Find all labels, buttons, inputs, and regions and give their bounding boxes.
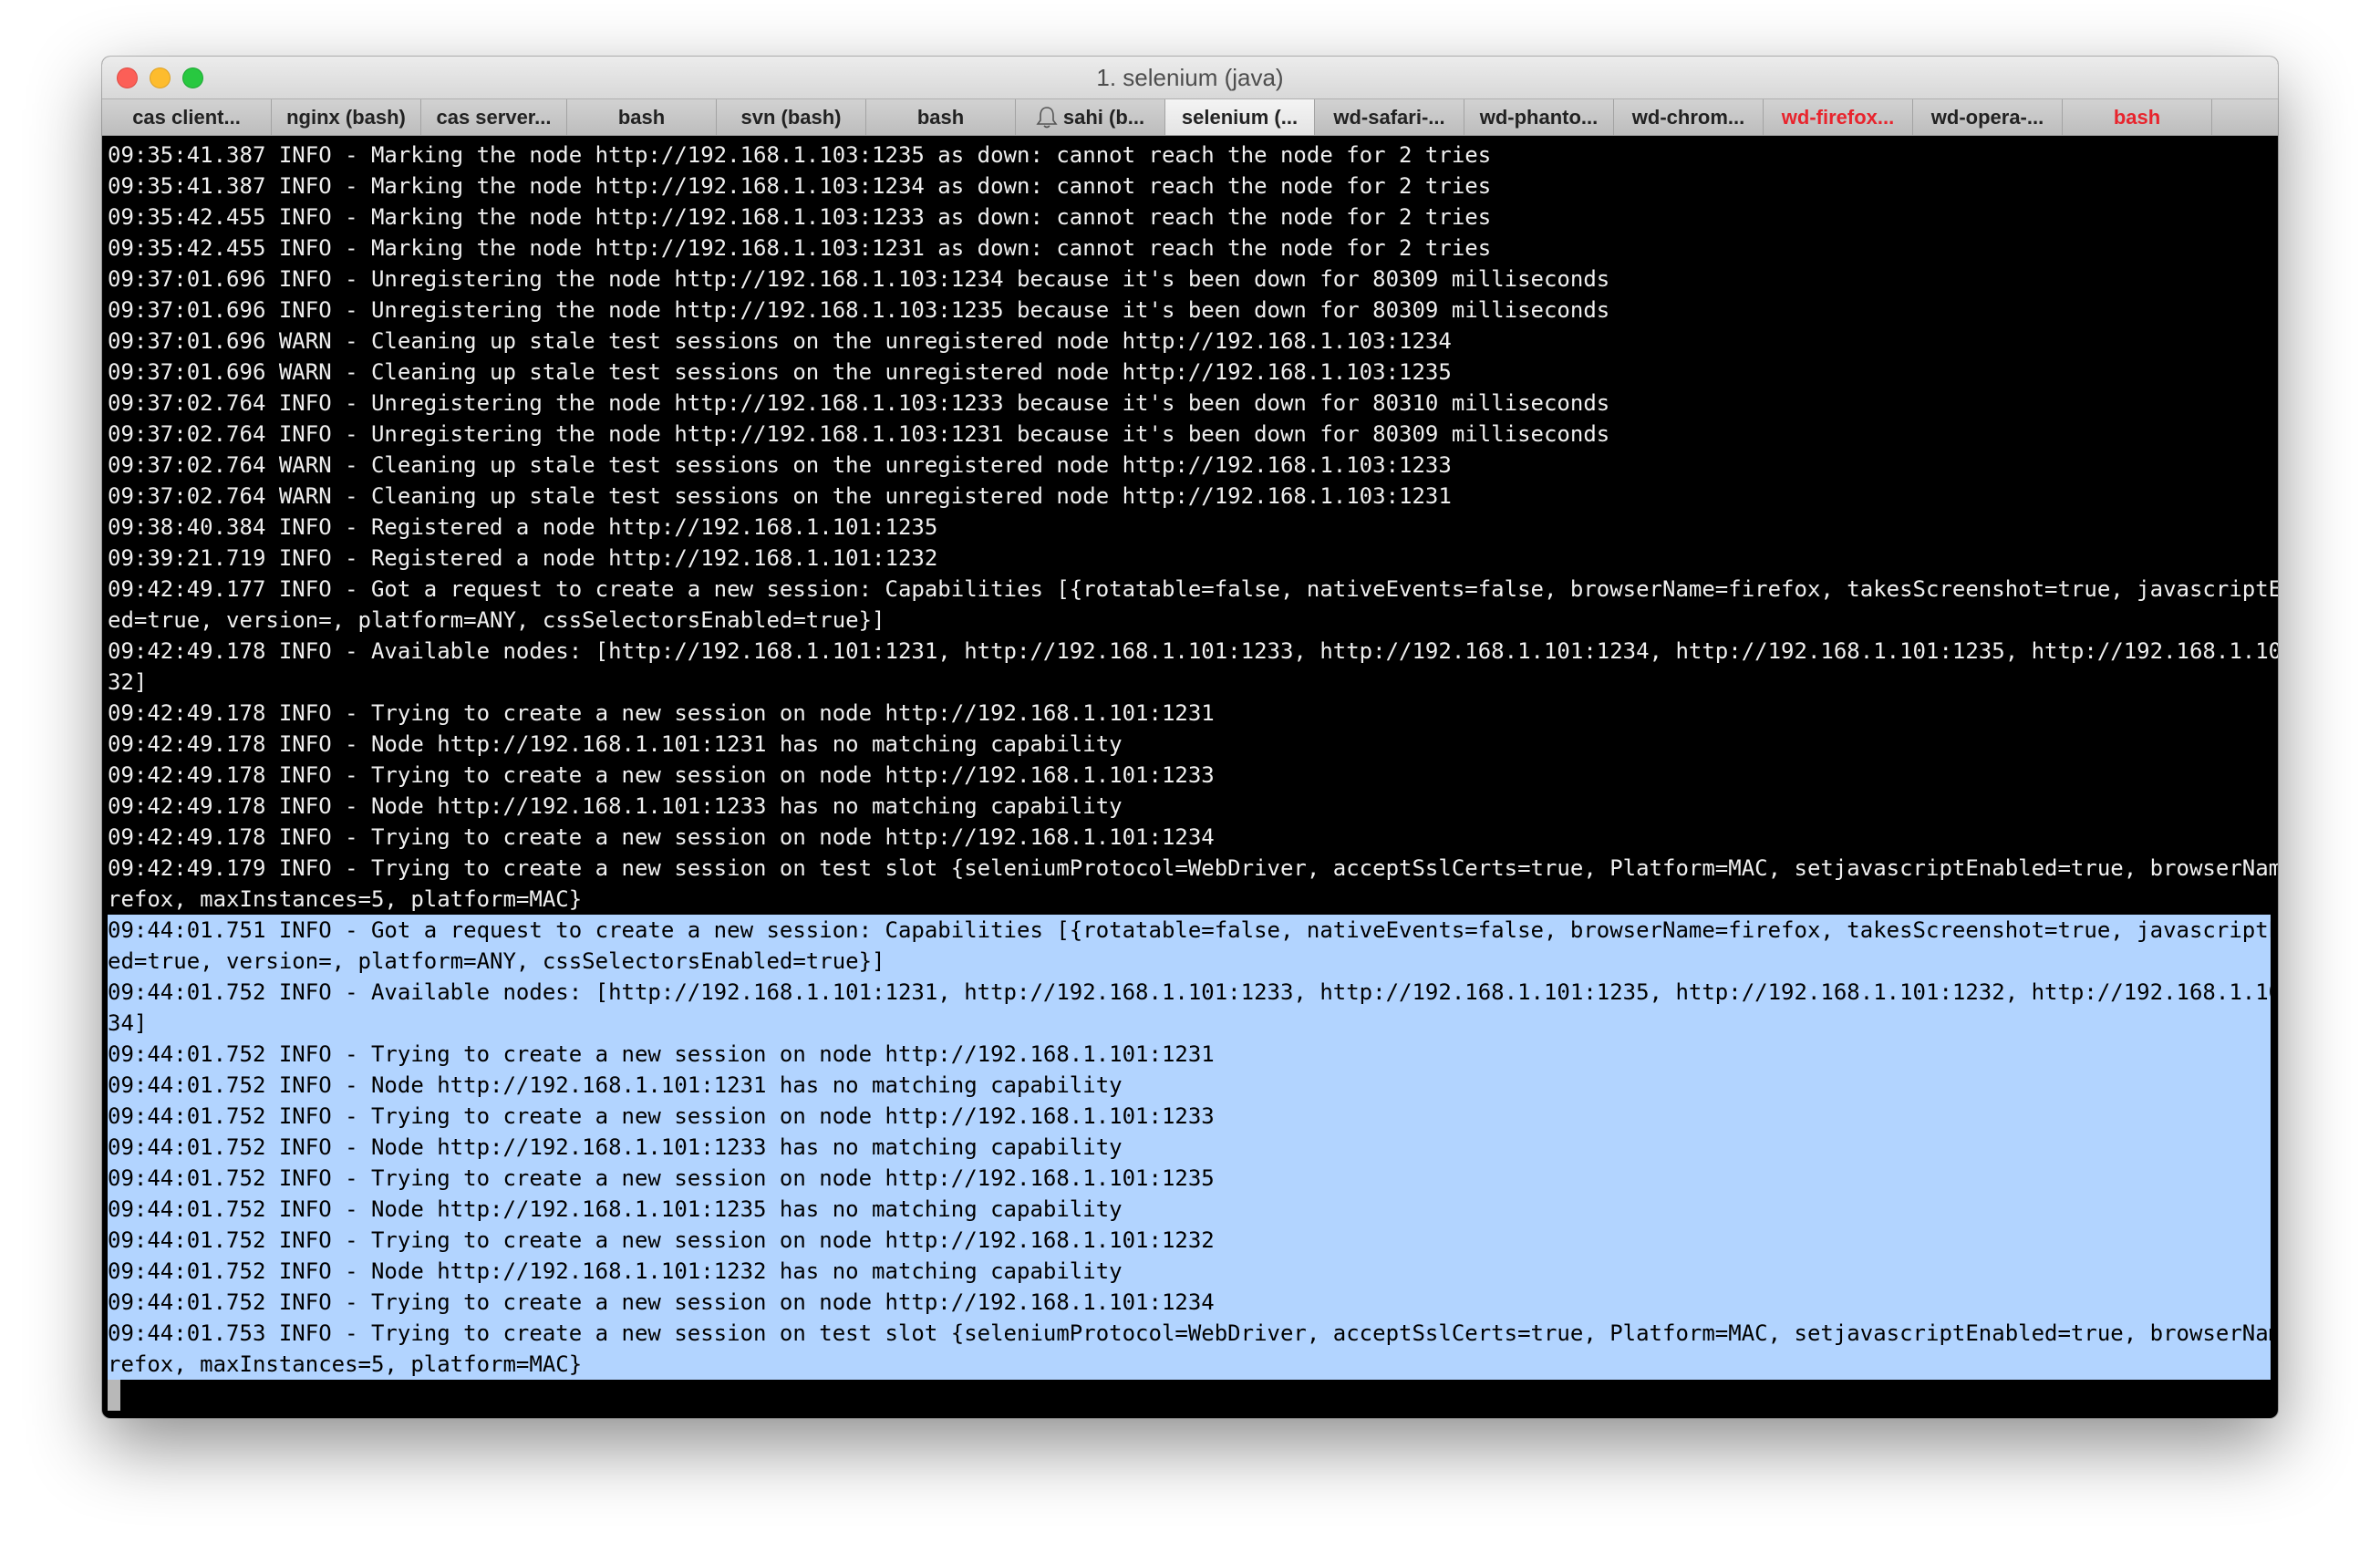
tab-label: wd-opera-... bbox=[1930, 105, 2044, 129]
tab-2[interactable]: cas server... bbox=[421, 99, 567, 135]
terminal-line: 09:44:01.752 INFO - Node http://192.168.… bbox=[108, 1196, 1123, 1222]
tab-bar: cas client... nginx (bash) cas server... ba… bbox=[102, 98, 2278, 136]
terminal-line: 09:37:02.764 INFO - Unregistering the no… bbox=[108, 390, 1610, 416]
tab-label: bash bbox=[617, 105, 666, 129]
tab-7[interactable]: selenium (... bbox=[1165, 99, 1315, 135]
tab-4[interactable]: svn (bash) bbox=[717, 99, 866, 135]
terminal-line: 09:44:01.752 INFO - Available nodes: [ht… bbox=[108, 979, 2278, 1005]
terminal-line: 09:42:49.178 INFO - Node http://192.168.… bbox=[108, 731, 1123, 757]
tab-11[interactable]: wd-firefox... bbox=[1764, 99, 1913, 135]
tab-9[interactable]: wd-phanto... bbox=[1464, 99, 1614, 135]
terminal-line: 09:39:21.719 INFO - Registered a node ht… bbox=[108, 545, 938, 571]
terminal-line: 09:37:01.696 WARN - Cleaning up stale te… bbox=[108, 359, 1452, 385]
tab-12[interactable]: wd-opera-... bbox=[1913, 99, 2063, 135]
terminal-line: 09:38:40.384 INFO - Registered a node ht… bbox=[108, 514, 938, 540]
tab-10[interactable]: wd-chrom... bbox=[1614, 99, 1764, 135]
terminal-line: ed=true, version=, platform=ANY, cssSele… bbox=[108, 607, 885, 633]
terminal-line: 09:37:02.764 WARN - Cleaning up stale te… bbox=[108, 452, 1452, 478]
tab-label: nginx (bash) bbox=[286, 105, 406, 129]
tab-0[interactable]: cas client... bbox=[102, 99, 272, 135]
terminal-output[interactable]: 09:35:41.387 INFO - Marking the node htt… bbox=[108, 137, 2278, 1418]
tab-6[interactable]: sahi (b... bbox=[1016, 99, 1165, 135]
terminal-line: 09:42:49.178 INFO - Trying to create a n… bbox=[108, 824, 1215, 850]
tab-label: bash bbox=[916, 105, 965, 129]
terminal-line: 09:44:01.752 INFO - Node http://192.168.… bbox=[108, 1134, 1123, 1160]
tab-label: cas client... bbox=[132, 105, 241, 129]
terminal-line: 09:37:02.764 WARN - Cleaning up stale te… bbox=[108, 483, 1452, 509]
terminal-line: 09:44:01.752 INFO - Node http://192.168.… bbox=[108, 1072, 1123, 1098]
tab-13[interactable]: bash bbox=[2063, 99, 2212, 135]
terminal-line: 09:44:01.751 INFO - Got a request to cre… bbox=[108, 917, 2278, 943]
terminal-line: 09:42:49.178 INFO - Trying to create a n… bbox=[108, 700, 1215, 726]
tab-label: selenium (... bbox=[1181, 105, 1299, 129]
tab-label: svn (bash) bbox=[740, 105, 842, 129]
tab-label: wd-phanto... bbox=[1479, 105, 1599, 129]
terminal-line: 09:37:02.764 INFO - Unregistering the no… bbox=[108, 421, 1610, 447]
terminal-line: 09:44:01.752 INFO - Trying to create a n… bbox=[108, 1289, 1215, 1315]
bell-icon bbox=[1036, 106, 1058, 128]
terminal-line: 09:35:42.455 INFO - Marking the node htt… bbox=[108, 235, 1492, 261]
window-title: 1. selenium (java) bbox=[1096, 64, 1284, 91]
terminal-line: 09:37:01.696 INFO - Unregistering the no… bbox=[108, 266, 1610, 292]
terminal-line: 09:37:01.696 INFO - Unregistering the no… bbox=[108, 297, 1610, 323]
terminal-line: 09:42:49.177 INFO - Got a request to cre… bbox=[108, 576, 2278, 602]
tab-1[interactable]: nginx (bash) bbox=[272, 99, 421, 135]
terminal-line: 09:44:01.753 INFO - Trying to create a n… bbox=[108, 1320, 2278, 1346]
terminal-line: 32] bbox=[108, 669, 148, 695]
terminal-line: 09:42:49.178 INFO - Trying to create a n… bbox=[108, 762, 1215, 788]
tab-label: sahi (b... bbox=[1062, 105, 1145, 129]
terminal-line: 09:44:01.752 INFO - Trying to create a n… bbox=[108, 1227, 1215, 1253]
terminal-line: 09:44:01.752 INFO - Trying to create a n… bbox=[108, 1103, 1215, 1129]
terminal-line: 09:42:49.178 INFO - Node http://192.168.… bbox=[108, 793, 1123, 819]
terminal-line: 09:42:49.178 INFO - Available nodes: [ht… bbox=[108, 638, 2278, 664]
tab-label: cas server... bbox=[436, 105, 552, 129]
terminal-line: 09:44:01.752 INFO - Trying to create a n… bbox=[108, 1165, 1215, 1191]
terminal-line: 09:35:41.387 INFO - Marking the node htt… bbox=[108, 142, 1492, 168]
terminal-line: refox, maxInstances=5, platform=MAC} bbox=[108, 1351, 583, 1377]
terminal-line: 34] bbox=[108, 1010, 148, 1036]
terminal-line: 09:44:01.752 INFO - Node http://192.168.… bbox=[108, 1258, 1123, 1284]
tab-label: wd-chrom... bbox=[1631, 105, 1745, 129]
terminal-line: 09:37:01.696 WARN - Cleaning up stale te… bbox=[108, 328, 1452, 354]
terminal-line: 09:44:01.752 INFO - Trying to create a n… bbox=[108, 1041, 1215, 1067]
terminal-line: refox, maxInstances=5, platform=MAC} bbox=[108, 886, 583, 912]
tab-3[interactable]: bash bbox=[567, 99, 717, 135]
tab-label: wd-firefox... bbox=[1781, 105, 1895, 129]
tab-label: wd-safari-... bbox=[1333, 105, 1445, 129]
tab-label: bash bbox=[2113, 105, 2161, 129]
terminal-line: 09:42:49.179 INFO - Trying to create a n… bbox=[108, 855, 2278, 881]
terminal-line: 09:35:41.387 INFO - Marking the node htt… bbox=[108, 173, 1492, 199]
terminal-line: 09:35:42.455 INFO - Marking the node htt… bbox=[108, 204, 1492, 230]
terminal-cursor bbox=[108, 1380, 120, 1411]
terminal-window: 1. selenium (java) cas client... nginx (b… bbox=[102, 57, 2278, 1418]
tab-5[interactable]: bash bbox=[866, 99, 1016, 135]
terminal-line: ed=true, version=, platform=ANY, cssSele… bbox=[108, 948, 885, 974]
tab-8[interactable]: wd-safari-... bbox=[1315, 99, 1464, 135]
title-bar[interactable]: 1. selenium (java) bbox=[102, 57, 2278, 98]
